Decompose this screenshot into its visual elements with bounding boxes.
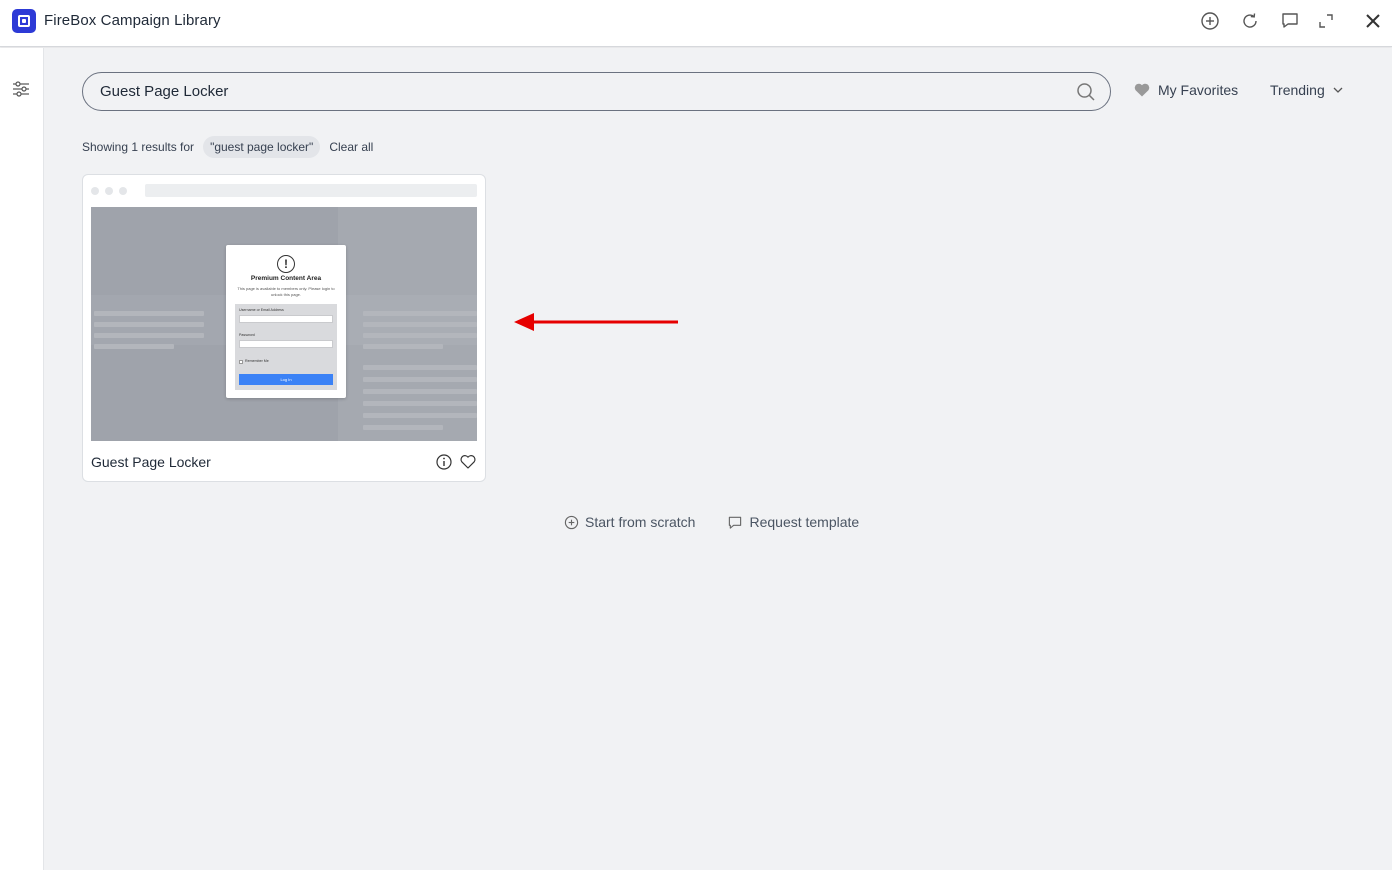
- window-title: FireBox Campaign Library: [44, 12, 221, 29]
- results-prefix: Showing 1 results for: [82, 140, 195, 154]
- template-card[interactable]: ! Premium Content Area This page is avai…: [82, 174, 486, 482]
- my-favorites-link[interactable]: My Favorites: [1134, 82, 1238, 98]
- query-chip: "guest page locker": [203, 136, 321, 158]
- preview-subtext: This page is available to members only. …: [237, 286, 335, 297]
- title-bar: FireBox Campaign Library: [0, 0, 1392, 47]
- start-from-scratch-label: Start from scratch: [585, 514, 696, 530]
- bottom-actions: Start from scratch Request template: [564, 514, 859, 530]
- heart-outline-icon[interactable]: [460, 454, 476, 470]
- comment-icon[interactable]: [1279, 10, 1301, 32]
- preview-username-field: [239, 315, 333, 323]
- left-sidebar: [0, 48, 44, 870]
- filter-sliders-icon[interactable]: [10, 78, 32, 100]
- preview-remember-checkbox: [239, 360, 243, 364]
- expand-icon[interactable]: [1315, 10, 1337, 32]
- annotation-arrow-icon: [514, 313, 678, 331]
- preview-heading: Premium Content Area: [250, 275, 322, 282]
- preview-modal: ! Premium Content Area This page is avai…: [226, 245, 346, 398]
- main-content: My Favorites Trending Showing 1 results …: [44, 48, 1392, 870]
- preview-login-form: Username or Email Address Password Remem…: [235, 304, 337, 390]
- template-preview: ! Premium Content Area This page is avai…: [91, 207, 477, 441]
- preview-login-button: Log In: [239, 374, 333, 385]
- preview-remember-label: Remember Me: [245, 359, 269, 363]
- browser-url-bar: [145, 184, 477, 197]
- info-icon[interactable]: [436, 454, 452, 470]
- preview-password-label: Password: [239, 333, 255, 337]
- browser-chrome-dots: [91, 187, 127, 195]
- start-from-scratch-button[interactable]: Start from scratch: [564, 514, 695, 530]
- preview-password-field: [239, 340, 333, 348]
- exclamation-circle-icon: !: [277, 255, 295, 273]
- sort-label: Trending: [1270, 82, 1325, 98]
- comment-icon: [729, 516, 742, 529]
- plus-circle-icon: [564, 515, 579, 529]
- close-icon[interactable]: [1362, 10, 1384, 32]
- refresh-icon[interactable]: [1239, 10, 1261, 32]
- request-template-label: Request template: [749, 514, 860, 530]
- search-bar: [82, 72, 1111, 111]
- sort-dropdown[interactable]: Trending: [1270, 82, 1343, 98]
- firebox-logo-icon: [12, 9, 36, 33]
- chevron-down-icon: [1333, 87, 1343, 93]
- preview-username-label: Username or Email Address: [239, 308, 284, 312]
- search-icon[interactable]: [1076, 82, 1096, 102]
- search-input[interactable]: [100, 76, 1060, 107]
- heart-icon: [1134, 83, 1150, 97]
- template-name: Guest Page Locker: [91, 454, 211, 470]
- clear-all-link[interactable]: Clear all: [329, 140, 373, 154]
- request-template-button[interactable]: Request template: [727, 514, 859, 530]
- my-favorites-label: My Favorites: [1158, 82, 1239, 98]
- add-circle-icon[interactable]: [1199, 10, 1221, 32]
- results-summary: Showing 1 results for "guest page locker…: [82, 135, 373, 159]
